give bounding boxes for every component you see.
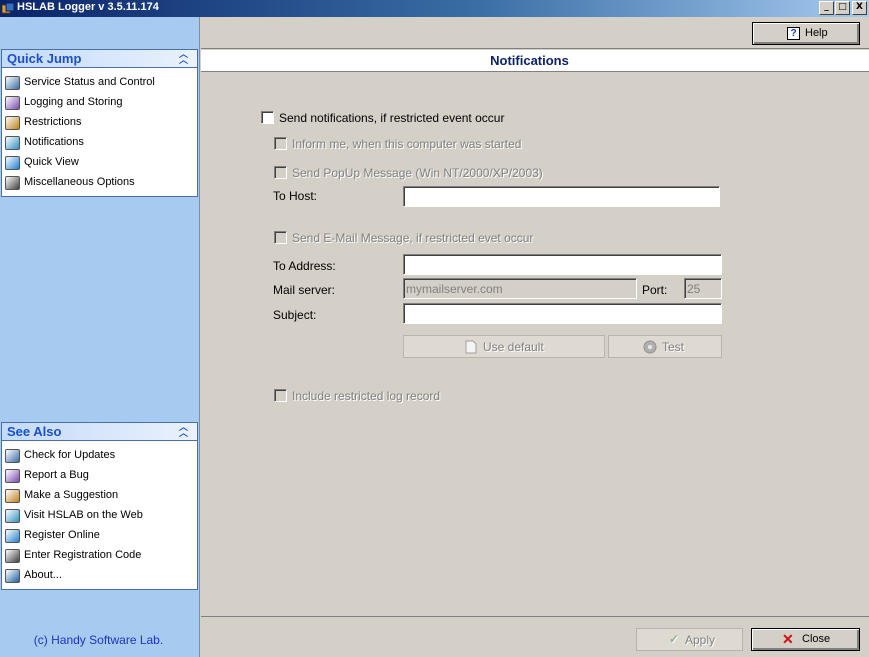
inform-started-label: Inform me, when this computer was starte… bbox=[292, 137, 522, 151]
send-popup-checkbox[interactable] bbox=[274, 166, 287, 179]
close-x-icon: ✕ bbox=[782, 631, 794, 647]
item-label: Miscellaneous Options bbox=[24, 176, 135, 188]
include-log-label: Include restricted log record bbox=[292, 389, 441, 403]
close-button[interactable]: ✕ Close bbox=[751, 628, 860, 651]
misc-options-icon bbox=[5, 176, 20, 190]
suggestion-icon bbox=[5, 489, 20, 503]
item-label: Service Status and Control bbox=[24, 76, 155, 88]
item-label: Logging and Storing bbox=[24, 96, 123, 108]
window-title: HSLAB Logger v 3.5.11.174 bbox=[17, 1, 159, 13]
quick-jump-panel: Quick Jump ︿ ︿ Service Status and Control… bbox=[1, 49, 198, 197]
see-also-item[interactable]: Enter Registration Code bbox=[2, 546, 197, 566]
to-address-label: To Address: bbox=[273, 259, 336, 273]
item-label: Enter Registration Code bbox=[24, 549, 142, 561]
app-logo-icon bbox=[2, 2, 15, 14]
to-host-label: To Host: bbox=[273, 189, 318, 203]
quick-jump-item[interactable]: Miscellaneous Options bbox=[2, 173, 197, 193]
use-default-label: Use default bbox=[483, 340, 544, 354]
minimize-button[interactable]: _ bbox=[819, 1, 834, 15]
send-notifications-checkbox[interactable] bbox=[261, 111, 274, 124]
item-label: Check for Updates bbox=[24, 449, 116, 461]
send-email-checkbox[interactable] bbox=[274, 231, 287, 244]
chevron-up-icon[interactable]: ︿ ︿ bbox=[179, 424, 188, 439]
quick-jump-item[interactable]: Logging and Storing bbox=[2, 93, 197, 113]
restrictions-icon bbox=[5, 116, 20, 130]
see-also-item[interactable]: About... bbox=[2, 566, 197, 586]
page-header: Notifications bbox=[201, 50, 869, 72]
item-label: Visit HSLAB on the Web bbox=[24, 509, 143, 521]
see-also-item[interactable]: Check for Updates bbox=[2, 446, 197, 466]
service-status-icon bbox=[5, 76, 20, 90]
check-updates-icon bbox=[5, 449, 20, 463]
to-address-input[interactable] bbox=[403, 254, 722, 275]
checkmark-icon: ✓ bbox=[669, 632, 680, 646]
document-icon bbox=[465, 340, 477, 354]
inform-started-checkbox[interactable] bbox=[274, 137, 287, 150]
help-icon: ? bbox=[787, 27, 800, 40]
quick-jump-item[interactable]: Service Status and Control bbox=[2, 73, 197, 93]
logging-icon bbox=[5, 96, 20, 110]
quick-jump-list: Service Status and Control Logging and St… bbox=[2, 68, 197, 193]
footer-bar: ✓ Apply ✕ Close bbox=[201, 616, 869, 657]
subject-input[interactable] bbox=[403, 303, 722, 324]
to-host-input[interactable] bbox=[403, 186, 720, 207]
close-label: Close bbox=[802, 633, 831, 645]
use-default-button[interactable]: Use default bbox=[403, 335, 605, 358]
close-window-button[interactable]: X bbox=[852, 1, 867, 15]
globe-icon bbox=[5, 509, 20, 523]
quick-jump-item[interactable]: Quick View bbox=[2, 153, 197, 173]
item-label: Notifications bbox=[24, 136, 84, 148]
page-title: Notifications bbox=[490, 53, 569, 68]
see-also-item[interactable]: Make a Suggestion bbox=[2, 486, 197, 506]
help-button[interactable]: ? Help bbox=[752, 22, 860, 45]
item-label: Register Online bbox=[24, 529, 100, 541]
bug-icon bbox=[5, 469, 20, 483]
see-also-panel: See Also ︿ ︿ Check for Updates Report a Bu… bbox=[1, 422, 198, 590]
see-also-list: Check for Updates Report a Bug Make a Sugg… bbox=[2, 441, 197, 586]
item-label: Restrictions bbox=[24, 116, 82, 128]
item-label: About... bbox=[24, 569, 62, 581]
test-icon bbox=[643, 340, 657, 354]
quick-jump-item[interactable]: Notifications bbox=[2, 133, 197, 153]
apply-label: Apply bbox=[685, 633, 716, 647]
item-label: Quick View bbox=[24, 156, 79, 168]
test-button[interactable]: Test bbox=[608, 335, 722, 358]
see-also-item[interactable]: Report a Bug bbox=[2, 466, 197, 486]
send-popup-label: Send PopUp Message (Win NT/2000/XP/2003) bbox=[292, 166, 543, 180]
quick-view-icon bbox=[5, 156, 20, 170]
help-label: Help bbox=[805, 27, 828, 39]
item-label: Report a Bug bbox=[24, 469, 89, 481]
see-also-title: See Also bbox=[7, 424, 62, 439]
chevron-up-icon[interactable]: ︿ ︿ bbox=[179, 51, 188, 66]
top-toolbar: ? Help bbox=[201, 17, 869, 49]
notifications-icon bbox=[5, 136, 20, 150]
port-label: Port: bbox=[642, 283, 668, 297]
copyright-text: (c) Handy Software Lab. bbox=[33, 633, 164, 647]
apply-button[interactable]: ✓ Apply bbox=[636, 628, 743, 651]
test-label: Test bbox=[662, 340, 685, 354]
send-email-label: Send E-Mail Message, if restricted evet … bbox=[292, 231, 534, 245]
see-also-item[interactable]: Register Online bbox=[2, 526, 197, 546]
send-notifications-label: Send notifications, if restricted event … bbox=[279, 111, 505, 125]
mail-server-label: Mail server: bbox=[273, 283, 336, 297]
register-icon bbox=[5, 529, 20, 543]
registration-code-icon bbox=[5, 549, 20, 563]
quick-jump-title: Quick Jump bbox=[7, 51, 82, 66]
item-label: Make a Suggestion bbox=[24, 489, 119, 501]
port-input[interactable]: 25 bbox=[684, 278, 722, 299]
see-also-header[interactable]: See Also ︿ ︿ bbox=[2, 423, 197, 441]
quick-jump-item[interactable]: Restrictions bbox=[2, 113, 197, 133]
mail-server-input[interactable]: mymailserver.com bbox=[403, 278, 637, 299]
title-bar[interactable]: HSLAB Logger v 3.5.11.174 _ □ X bbox=[0, 0, 869, 17]
see-also-item[interactable]: Visit HSLAB on the Web bbox=[2, 506, 197, 526]
quick-jump-header[interactable]: Quick Jump ︿ ︿ bbox=[2, 50, 197, 68]
maximize-button[interactable]: □ bbox=[835, 1, 850, 15]
notifications-form: Send notifications, if restricted event … bbox=[201, 73, 869, 616]
include-log-checkbox[interactable] bbox=[274, 389, 287, 402]
about-icon bbox=[5, 569, 20, 583]
left-navigation-pane: Quick Jump ︿ ︿ Service Status and Control… bbox=[0, 17, 200, 657]
subject-label: Subject: bbox=[273, 308, 317, 322]
